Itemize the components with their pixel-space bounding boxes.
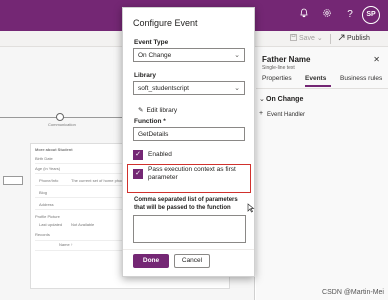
tab-business-rules[interactable]: Business rules (340, 75, 382, 82)
save-icon (290, 34, 297, 41)
pass-context-label: Pass execution context as first paramete… (148, 166, 236, 182)
publish-label: Publish (346, 35, 370, 42)
help-icon[interactable]: ? (343, 8, 357, 22)
add-icon[interactable]: + (259, 110, 263, 117)
tab-properties[interactable]: Properties (262, 75, 292, 82)
enabled-label: Enabled (148, 151, 172, 158)
field-box[interactable] (3, 176, 23, 185)
close-icon[interactable]: ✕ (373, 55, 380, 64)
field-label: Phone/Info (39, 178, 59, 183)
mouse-cursor-icon (247, 203, 255, 215)
edit-library-link[interactable]: ✎ Edit library (138, 106, 177, 114)
field-value: The current set of home phone (71, 178, 126, 183)
publish-icon (338, 34, 345, 41)
save-button[interactable]: Save ⌄ (290, 34, 323, 42)
on-change-section[interactable]: On Change (266, 96, 303, 103)
active-tab-indicator (305, 85, 331, 87)
avatar[interactable]: SP (362, 6, 380, 24)
pencil-icon: ✎ (138, 107, 144, 114)
function-value: GetDetails (138, 131, 169, 138)
field-label: Blog (39, 190, 48, 195)
chevron-down-icon: ⌄ (234, 85, 240, 92)
subgrid-column[interactable]: Name ↑ (59, 242, 73, 247)
event-handler-button[interactable]: Event Handler (267, 112, 305, 118)
dialog-title: Configure Event (133, 18, 198, 28)
function-label: Function * (134, 118, 166, 125)
properties-panel: Father Name Single-line text ✕ Propertie… (256, 47, 388, 300)
pass-context-label-line1: Pass execution context as first (148, 166, 236, 173)
save-label: Save (298, 35, 315, 42)
process-stage-dot[interactable] (56, 113, 64, 121)
field-label: Age (in Years) (35, 166, 61, 171)
chevron-down-icon: ⌄ (316, 35, 323, 42)
event-type-value: On Change (138, 52, 172, 59)
watermark: CSDN @Martin-Mei (322, 289, 384, 296)
library-label: Library (134, 72, 157, 79)
event-type-select[interactable]: On Change ⌄ (133, 48, 245, 62)
publish-button[interactable]: Publish (338, 34, 370, 42)
field-value: Not Available (71, 222, 95, 227)
done-button[interactable]: Done (133, 254, 169, 268)
divider (330, 34, 331, 44)
chevron-down-icon: ⌄ (234, 52, 240, 59)
chevron-down-icon[interactable]: ⌄ (259, 95, 265, 103)
library-select[interactable]: soft_studentscript ⌄ (133, 81, 245, 95)
tab-events[interactable]: Events (305, 75, 326, 82)
field-label: Profile Picture (35, 214, 60, 219)
enabled-checkbox[interactable]: ✓ (133, 150, 143, 160)
settings-icon[interactable] (320, 8, 334, 22)
notification-icon[interactable] (297, 8, 311, 22)
subgrid-title: Records (35, 232, 50, 237)
process-stage-label: Communication (48, 122, 76, 127)
pass-context-checkbox[interactable]: ✓ (133, 169, 143, 179)
pass-context-label-line2: parameter (148, 174, 178, 181)
section-header: More about Student (35, 147, 73, 152)
panel-title: Father Name (262, 55, 311, 64)
field-label: Address (39, 202, 54, 207)
parameters-label: Comma separated list of parameters that … (134, 197, 238, 211)
cancel-button[interactable]: Cancel (174, 254, 210, 268)
divider (123, 249, 254, 250)
configure-event-dialog: Configure Event Event Type On Change ⌄ L… (122, 7, 255, 277)
library-value: soft_studentscript (138, 85, 189, 92)
field-label: Last updated (39, 222, 63, 227)
field-label: Birth Date (35, 156, 53, 161)
parameters-textarea[interactable] (133, 215, 246, 243)
event-type-label: Event Type (134, 39, 169, 46)
divider (256, 88, 388, 89)
function-input[interactable]: GetDetails (133, 127, 245, 141)
edit-library-label: Edit library (146, 107, 178, 114)
panel-subtitle: Single-line text (262, 65, 295, 71)
screenshot-frame: ? SP Save ⌄ Publish Communication More a… (0, 0, 388, 300)
